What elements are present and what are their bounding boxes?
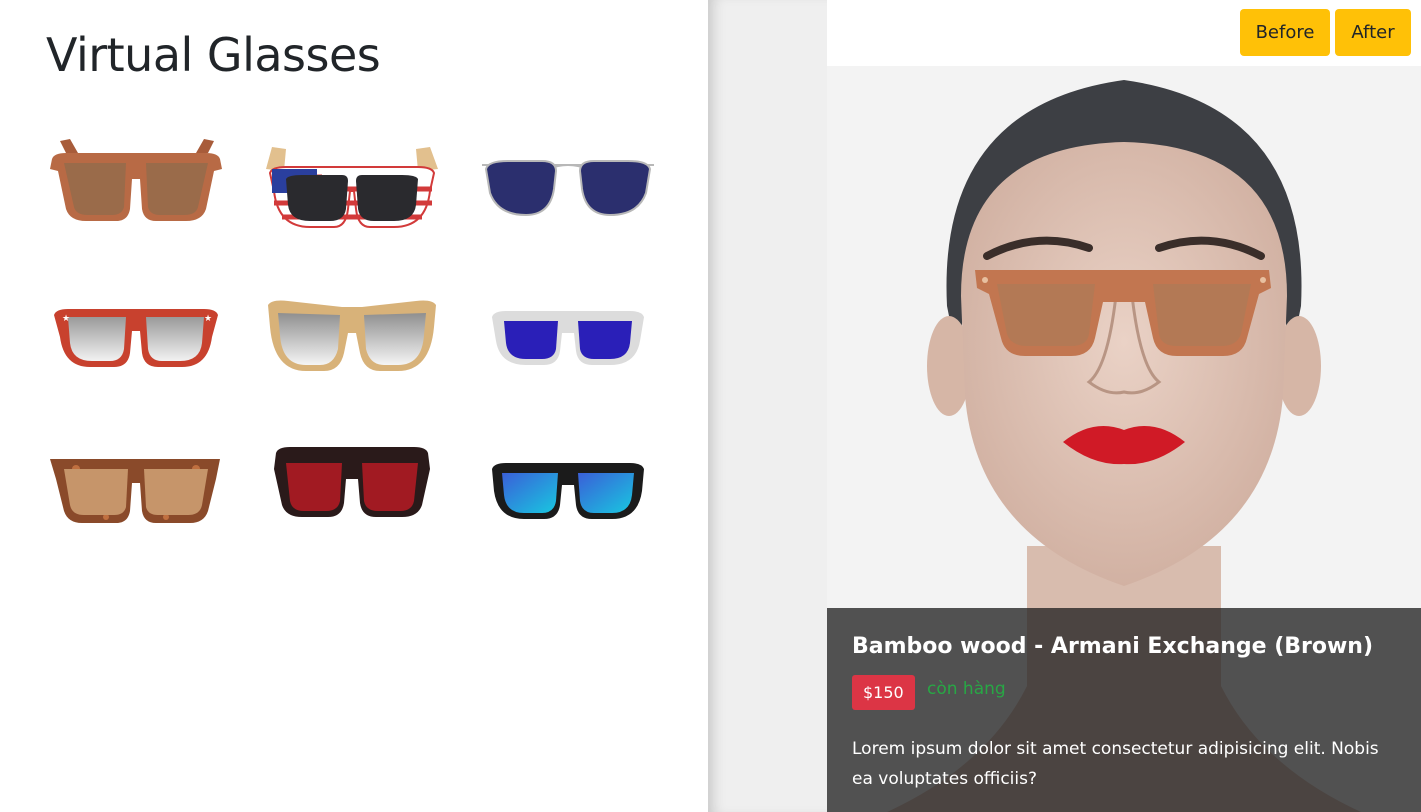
svg-text:★: ★ <box>204 314 212 324</box>
brown-wood-sunglasses-icon <box>50 139 222 221</box>
panel-divider <box>708 0 827 812</box>
tortoise-sunglasses-icon <box>50 459 220 523</box>
glasses-item-2[interactable] <box>262 124 442 244</box>
glasses-item-5[interactable] <box>262 274 442 394</box>
stock-status: còn hàng <box>927 679 1006 699</box>
before-button[interactable]: Before <box>1240 9 1330 56</box>
glasses-item-7[interactable] <box>46 424 226 544</box>
product-name: Bamboo wood - Armani Exchange (Brown) <box>852 634 1374 659</box>
price-badge: $150 <box>852 675 915 710</box>
glasses-item-1[interactable] <box>46 124 226 244</box>
page-title: Virtual Glasses <box>46 28 381 82</box>
product-info-panel: Bamboo wood - Armani Exchange (Brown) $1… <box>827 608 1421 812</box>
glasses-item-9[interactable] <box>478 424 658 544</box>
aviator-sunglasses-icon <box>482 160 654 217</box>
catalog-panel: Virtual Glasses ★ ★ <box>0 0 708 812</box>
glasses-item-6[interactable] <box>478 274 658 394</box>
product-description: Lorem ipsum dolor sit amet consectetur a… <box>852 739 1379 789</box>
red-star-sunglasses-icon: ★ ★ <box>54 309 218 367</box>
preview-panel: Before After Bamboo wood - Armani Exchan… <box>827 0 1421 812</box>
svg-text:★: ★ <box>62 314 70 324</box>
glasses-item-8[interactable] <box>262 424 442 544</box>
clear-blue-mirror-sunglasses-icon <box>492 311 644 365</box>
clear-gold-sunglasses-icon <box>268 300 436 371</box>
black-red-sunglasses-icon <box>274 447 430 517</box>
flag-pattern-sunglasses-icon <box>266 147 438 228</box>
glasses-item-4[interactable]: ★ ★ <box>46 274 226 394</box>
glasses-item-3[interactable] <box>478 124 658 244</box>
after-button[interactable]: After <box>1335 9 1411 56</box>
black-blue-mirror-sunglasses-icon <box>492 463 644 519</box>
